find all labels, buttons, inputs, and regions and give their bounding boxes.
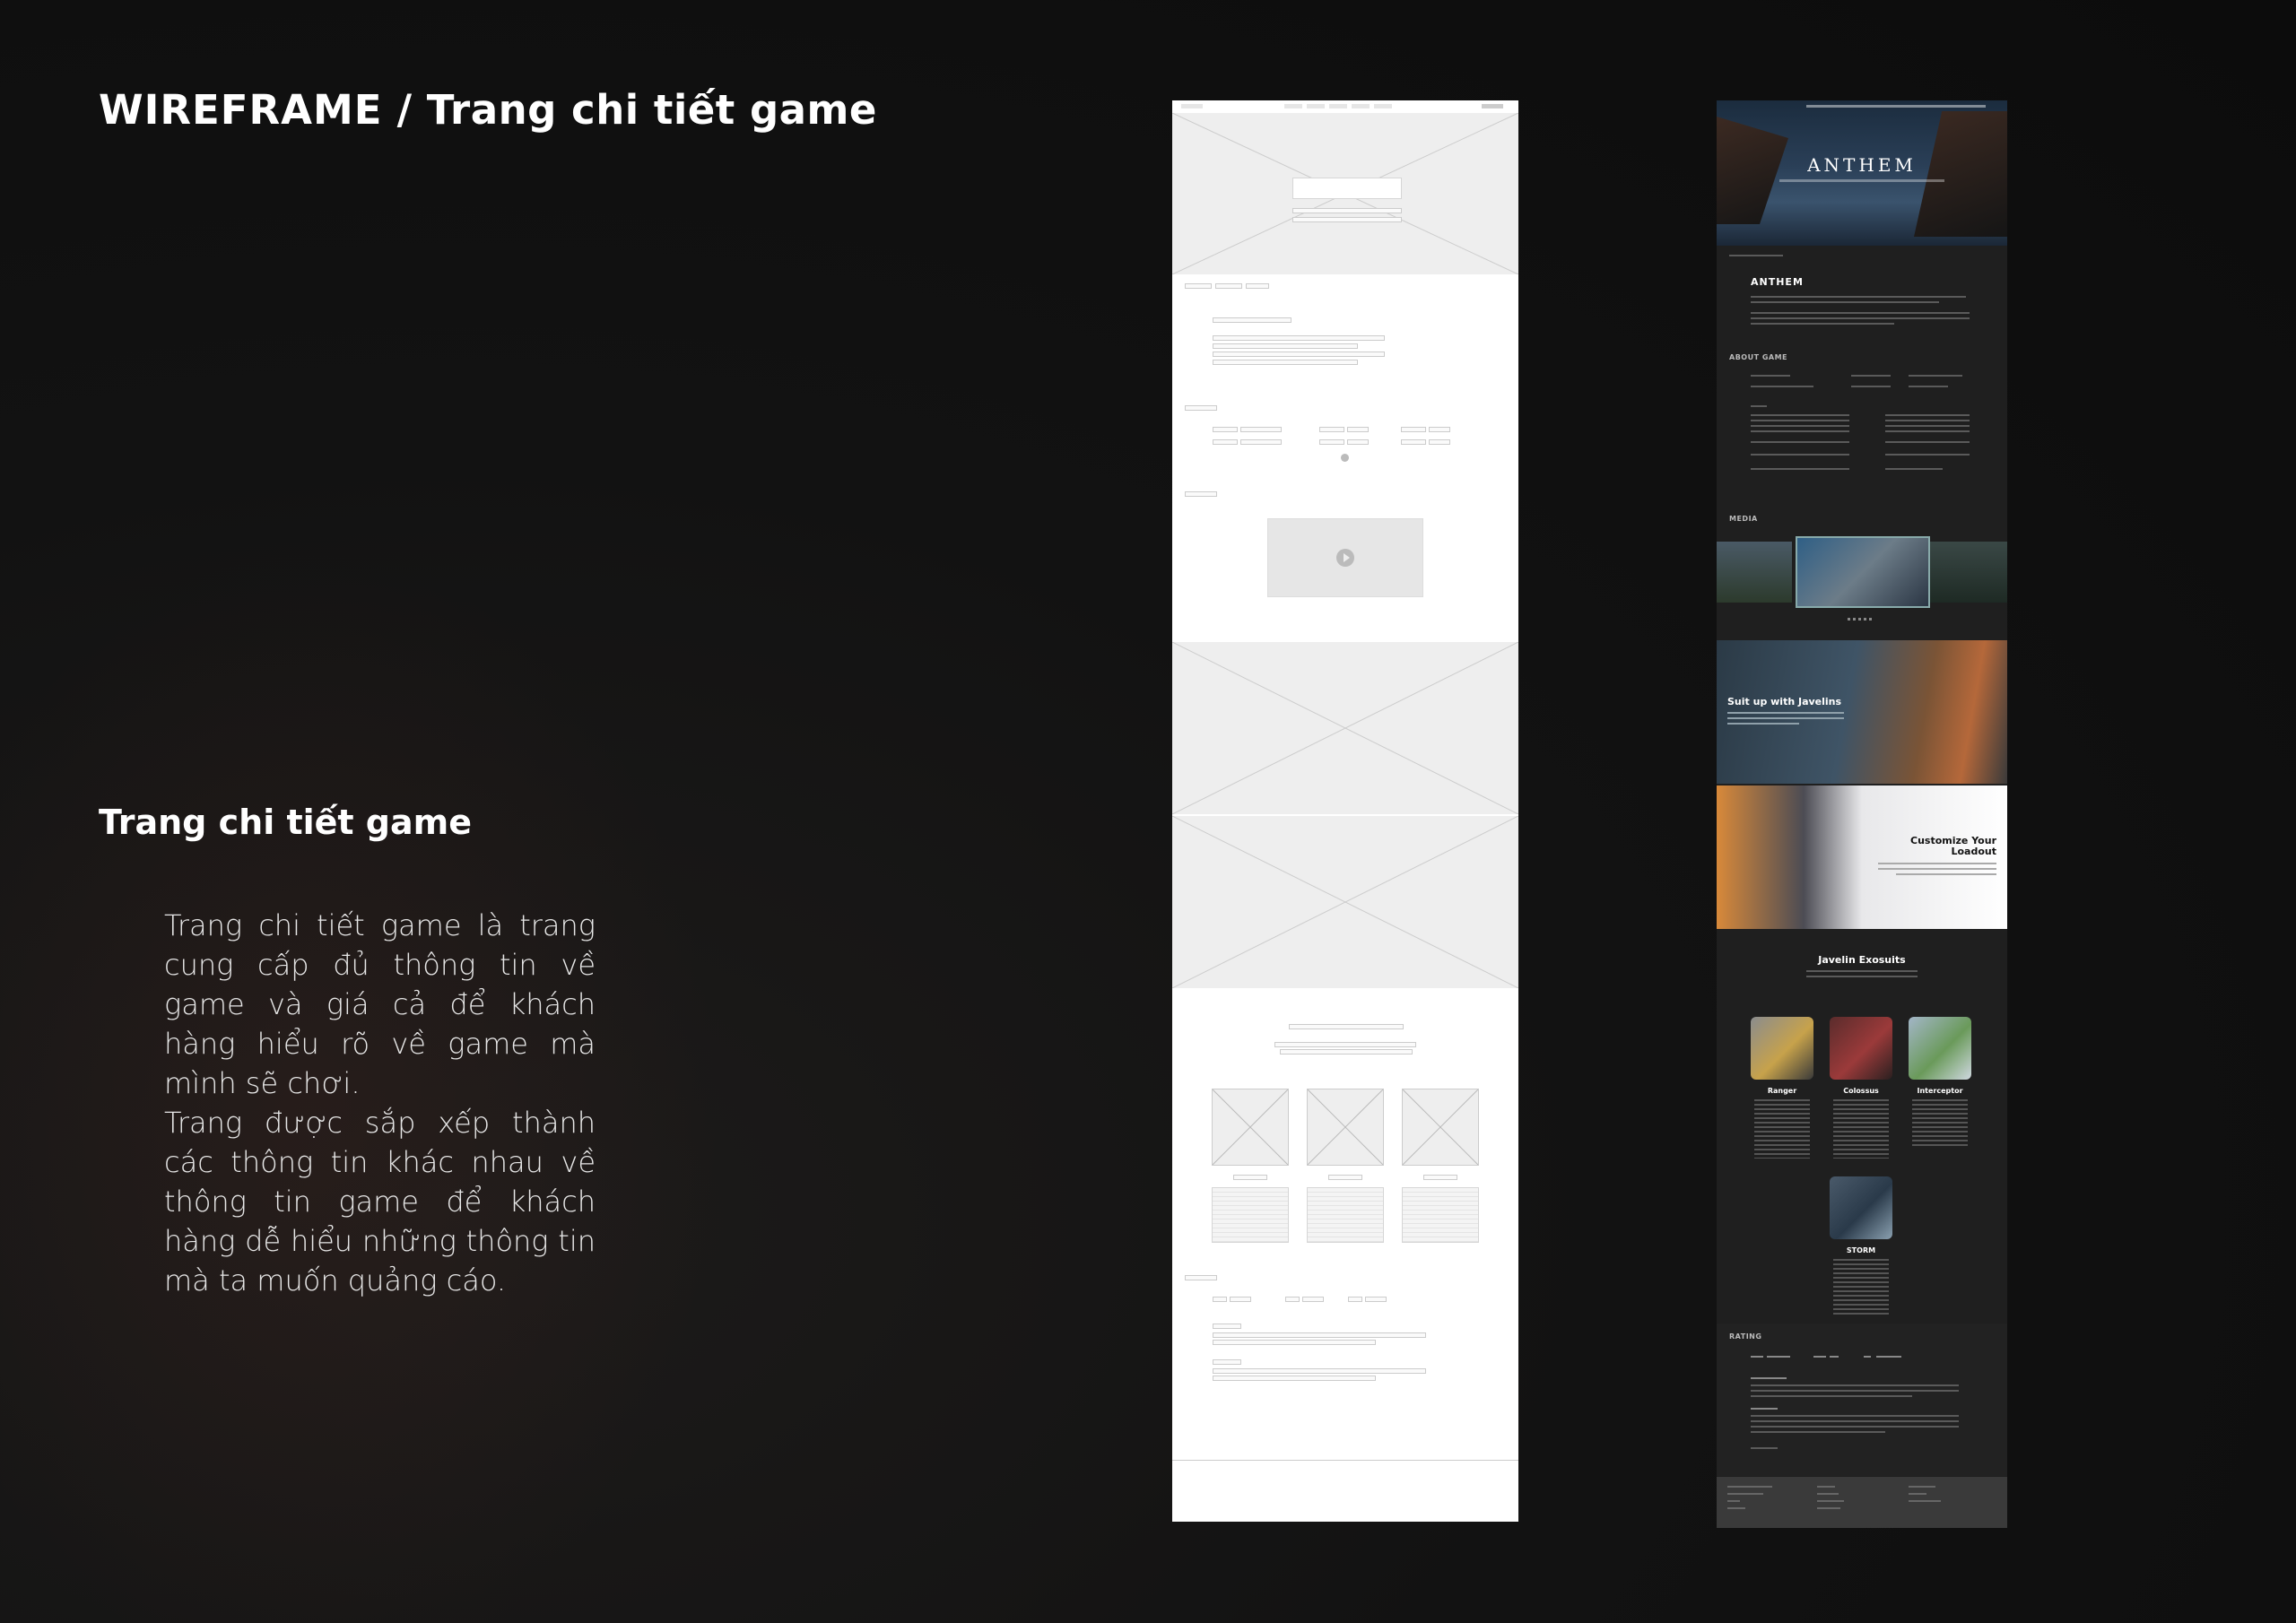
wireframe-video-placeholder xyxy=(1267,518,1423,597)
wireframe-nav xyxy=(1172,100,1518,114)
design-footer xyxy=(1717,1477,2007,1528)
description-paragraph-1: Trang chi tiết game là trang cung cấp đủ… xyxy=(164,908,596,1100)
class-ranger-name: Ranger xyxy=(1767,1087,1797,1095)
about-game-label: ABOUT GAME xyxy=(1729,353,1788,361)
class-interceptor-image[interactable] xyxy=(1909,1017,1971,1080)
banner-loadout-title: Customize Your Loadout xyxy=(1910,835,1996,857)
class-interceptor-name: Interceptor xyxy=(1917,1087,1963,1095)
media-label: MEDIA xyxy=(1729,515,1758,523)
design-mockup: ANTHEM ANTHEM ABOUT GAME MEDIA Suit up w… xyxy=(1717,100,2007,1528)
page-heading: WIREFRAME / Trang chi tiết game xyxy=(99,86,877,134)
heading-separator: / xyxy=(382,86,427,134)
banner-javelins-title: Suit up with Javelins xyxy=(1727,696,1842,707)
wireframe-mockup xyxy=(1172,100,1518,1522)
exosuits-title: Javelin Exosuits xyxy=(1818,954,1906,966)
wireframe-banner-1 xyxy=(1172,642,1518,814)
class-colossus-image[interactable] xyxy=(1830,1017,1892,1080)
heading-rest: Trang chi tiết game xyxy=(426,86,877,134)
media-thumb-left[interactable] xyxy=(1717,542,1792,603)
wireframe-hero-placeholder xyxy=(1172,113,1518,274)
description-paragraph-2: Trang được sắp xếp thành các thông tin k… xyxy=(164,1106,596,1298)
media-thumb-active[interactable] xyxy=(1796,536,1930,608)
class-storm-name: STORM xyxy=(1846,1246,1876,1254)
heading-lead: WIREFRAME xyxy=(99,86,383,134)
rating-label: RATING xyxy=(1729,1332,1762,1341)
hero-logo: ANTHEM xyxy=(1807,154,1917,176)
hero-banner: ANTHEM xyxy=(1717,100,2007,246)
wireframe-banner-2 xyxy=(1172,816,1518,988)
class-ranger-image[interactable] xyxy=(1751,1017,1813,1080)
class-storm-image[interactable] xyxy=(1830,1176,1892,1239)
banner-javelins: Suit up with Javelins xyxy=(1717,640,2007,784)
section-title: Trang chi tiết game xyxy=(99,803,473,842)
media-pagination[interactable] xyxy=(1848,618,1874,621)
media-thumb-right[interactable] xyxy=(1930,542,2007,603)
class-colossus-name: Colossus xyxy=(1843,1087,1879,1095)
play-icon xyxy=(1336,549,1354,567)
game-title: ANTHEM xyxy=(1751,276,1804,288)
banner-loadout: Customize Your Loadout xyxy=(1717,785,2007,929)
description: Trang chi tiết game là trang cung cấp đủ… xyxy=(164,906,596,1300)
